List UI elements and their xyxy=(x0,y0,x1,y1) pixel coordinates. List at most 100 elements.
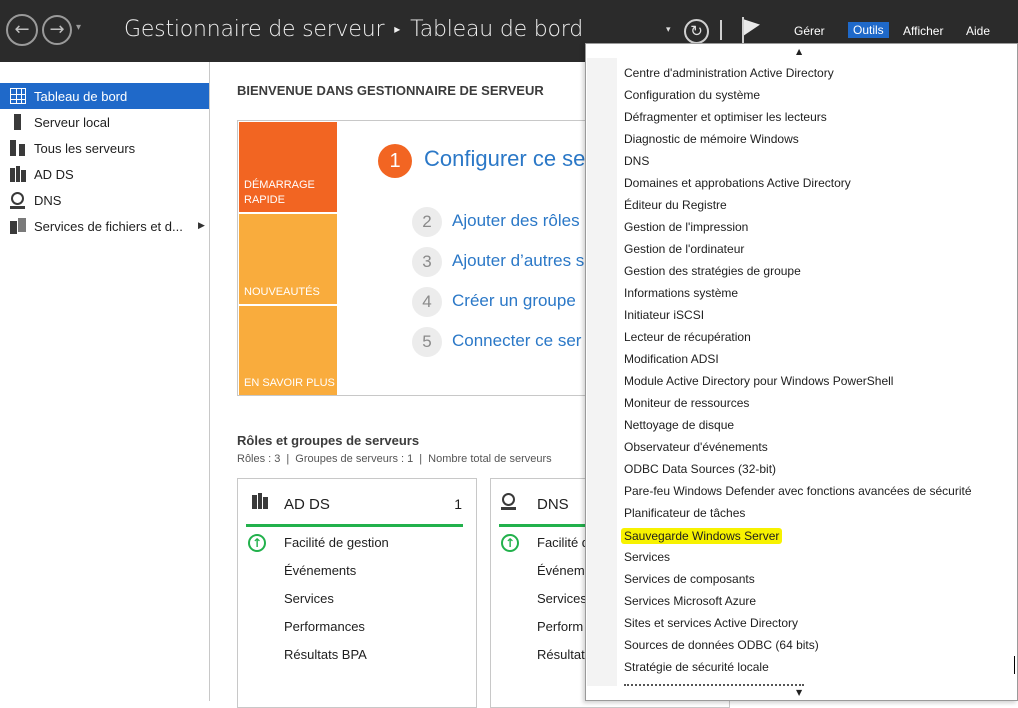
status-ok-icon: ↑ xyxy=(248,534,266,552)
menu-item[interactable]: Stratégie de sécurité locale xyxy=(624,660,769,674)
sidebar-item-serveur-local[interactable]: Serveur local xyxy=(0,109,209,135)
roles-section-title: Rôles et groupes de serveurs xyxy=(237,433,420,448)
menu-item[interactable]: Centre d'administration Active Directory xyxy=(624,66,834,80)
card-row-bpa[interactable]: Résultat xyxy=(537,647,585,662)
welcome-heading: BIENVENUE DANS GESTIONNAIRE DE SERVEUR xyxy=(237,83,544,98)
dashboard-icon xyxy=(10,88,26,104)
step-number-badge: 1 xyxy=(378,144,412,178)
menu-item-highlighted[interactable]: Sauvegarde Windows Server xyxy=(621,528,783,544)
step-link-connect[interactable]: Connecter ce ser xyxy=(452,331,581,351)
card-row-performance[interactable]: Performances xyxy=(284,619,365,634)
page-title: Tableau de bord xyxy=(410,17,583,42)
menu-item[interactable]: Gestion de l'impression xyxy=(624,220,748,234)
server-groups-count: Groupes de serveurs : 1 xyxy=(295,453,414,465)
tile-demarrage-rapide[interactable]: DÉMARRAGE RAPIDE xyxy=(239,122,337,212)
step-link-configure[interactable]: Configurer ce se xyxy=(424,146,585,172)
server-icon xyxy=(14,114,21,130)
menu-item[interactable]: Pare-feu Windows Defender avec fonctions… xyxy=(624,484,972,498)
scroll-down-icon[interactable]: ▼ xyxy=(796,688,802,697)
notifications-flag-icon[interactable] xyxy=(742,16,762,43)
card-title: AD DS xyxy=(284,496,330,513)
menu-item-clipped[interactable] xyxy=(624,684,804,688)
menu-item[interactable]: Configuration du système xyxy=(624,88,760,102)
forward-button[interactable]: → xyxy=(42,15,72,45)
back-button[interactable]: ← xyxy=(6,14,38,46)
card-row-performance[interactable]: Perform xyxy=(537,619,583,634)
menu-item[interactable]: Services de composants xyxy=(624,572,755,586)
sidebar: Tableau de bord Serveur local Tous les s… xyxy=(0,62,210,701)
menu-item[interactable]: Observateur d'événements xyxy=(624,440,768,454)
status-ok-icon: ↑ xyxy=(501,534,519,552)
menu-item[interactable]: Informations système xyxy=(624,286,738,300)
card-count: 1 xyxy=(454,496,462,512)
tile-en-savoir-plus[interactable]: EN SAVOIR PLUS xyxy=(239,306,337,395)
sidebar-item-label: Services de fichiers et d... xyxy=(34,219,183,234)
chevron-right-icon[interactable]: ▶ xyxy=(198,220,205,231)
menu-item[interactable]: Gestion des stratégies de groupe xyxy=(624,264,801,278)
menu-item[interactable]: Modification ADSI xyxy=(624,352,719,366)
sidebar-item-label: Serveur local xyxy=(34,115,110,130)
card-row-bpa[interactable]: Résultats BPA xyxy=(284,647,367,662)
menu-item[interactable]: Nettoyage de disque xyxy=(624,418,734,432)
breadcrumb: Gestionnaire de serveur ▸ Tableau de bord xyxy=(124,17,583,42)
chevron-down-icon[interactable]: ▾ xyxy=(666,25,671,35)
menu-item[interactable]: Domaines et approbations Active Director… xyxy=(624,176,851,190)
sidebar-item-label: DNS xyxy=(34,193,62,208)
sidebar-item-tous-les-serveurs[interactable]: Tous les serveurs xyxy=(0,135,209,161)
menu-item[interactable]: Services Microsoft Azure xyxy=(624,594,756,608)
menu-afficher[interactable]: Afficher xyxy=(903,24,943,38)
step-number-badge: 5 xyxy=(412,327,442,357)
scroll-up-icon[interactable]: ▲ xyxy=(796,47,802,56)
menu-item[interactable]: Services xyxy=(624,550,670,564)
step-link-create-group[interactable]: Créer un groupe xyxy=(452,291,576,311)
menu-item[interactable]: Sites et services Active Directory xyxy=(624,616,798,630)
history-dropdown-icon[interactable]: ▾ xyxy=(76,22,81,33)
menu-item[interactable]: Gestion de l'ordinateur xyxy=(624,242,744,256)
total-servers-count: Nombre total de serveurs xyxy=(428,453,552,465)
card-row-manageability[interactable]: Facilité de gestion xyxy=(284,535,389,550)
menu-item[interactable]: ODBC Data Sources (32-bit) xyxy=(624,462,776,476)
menu-item[interactable]: Initiateur iSCSI xyxy=(624,308,704,322)
sidebar-item-tableau-de-bord[interactable]: Tableau de bord xyxy=(0,83,209,109)
menu-item[interactable]: Diagnostic de mémoire Windows xyxy=(624,132,799,146)
menu-gerer[interactable]: Gérer xyxy=(794,24,825,38)
step-number-badge: 2 xyxy=(412,207,442,237)
text-cursor-icon xyxy=(1014,656,1016,674)
app-title: Gestionnaire de serveur xyxy=(124,17,385,42)
roles-summary: Rôles : 3 | Groupes de serveurs : 1 | Nombre… xyxy=(237,453,552,465)
step-number-badge: 3 xyxy=(412,247,442,277)
sidebar-item-dns[interactable]: DNS xyxy=(0,187,209,213)
file-services-icon xyxy=(10,218,26,234)
menu-item[interactable]: Éditeur du Registre xyxy=(624,198,727,212)
menu-item[interactable]: Module Active Directory pour Windows Pow… xyxy=(624,374,893,388)
toolbar-divider xyxy=(720,20,722,40)
step-link-add-roles[interactable]: Ajouter des rôles xyxy=(452,211,580,231)
menu-item[interactable]: Défragmenter et optimiser les lecteurs xyxy=(624,110,827,124)
breadcrumb-separator-icon: ▸ xyxy=(394,22,401,36)
sidebar-item-label: Tous les serveurs xyxy=(34,141,136,156)
sidebar-item-ad-ds[interactable]: AD DS xyxy=(0,161,209,187)
menu-item[interactable]: Sources de données ODBC (64 bits) xyxy=(624,638,819,652)
card-row-services[interactable]: Services xyxy=(537,591,587,606)
role-card-adds[interactable]: AD DS 1 ↑ Facilité de gestion Événements… xyxy=(237,478,477,708)
menu-item[interactable]: DNS xyxy=(624,154,649,168)
menu-item[interactable]: Lecteur de récupération xyxy=(624,330,751,344)
dns-icon xyxy=(10,192,25,209)
sidebar-item-label: AD DS xyxy=(34,167,74,182)
step-link-add-servers[interactable]: Ajouter d’autres s xyxy=(452,251,584,271)
card-row-services[interactable]: Services xyxy=(284,591,334,606)
roles-count: Rôles : 3 xyxy=(237,453,281,465)
tools-menu: ▲ Centre d'administration Active Directo… xyxy=(585,43,1018,701)
tile-label: DÉMARRAGE RAPIDE xyxy=(244,179,315,206)
menu-item[interactable]: Planificateur de tâches xyxy=(624,506,745,520)
menu-aide[interactable]: Aide xyxy=(966,24,990,38)
tile-nouveautes[interactable]: NOUVEAUTÉS xyxy=(239,214,337,304)
sidebar-item-services-de-fichiers[interactable]: Services de fichiers et d... ▶ xyxy=(0,213,209,239)
card-row-events[interactable]: Événem xyxy=(537,563,585,578)
refresh-icon[interactable]: ↻ xyxy=(684,19,709,44)
card-row-events[interactable]: Événements xyxy=(284,563,356,578)
card-row-manageability[interactable]: Facilité d xyxy=(537,535,589,550)
dns-icon xyxy=(501,493,516,510)
menu-item[interactable]: Moniteur de ressources xyxy=(624,396,749,410)
menu-outils[interactable]: Outils xyxy=(848,22,889,38)
